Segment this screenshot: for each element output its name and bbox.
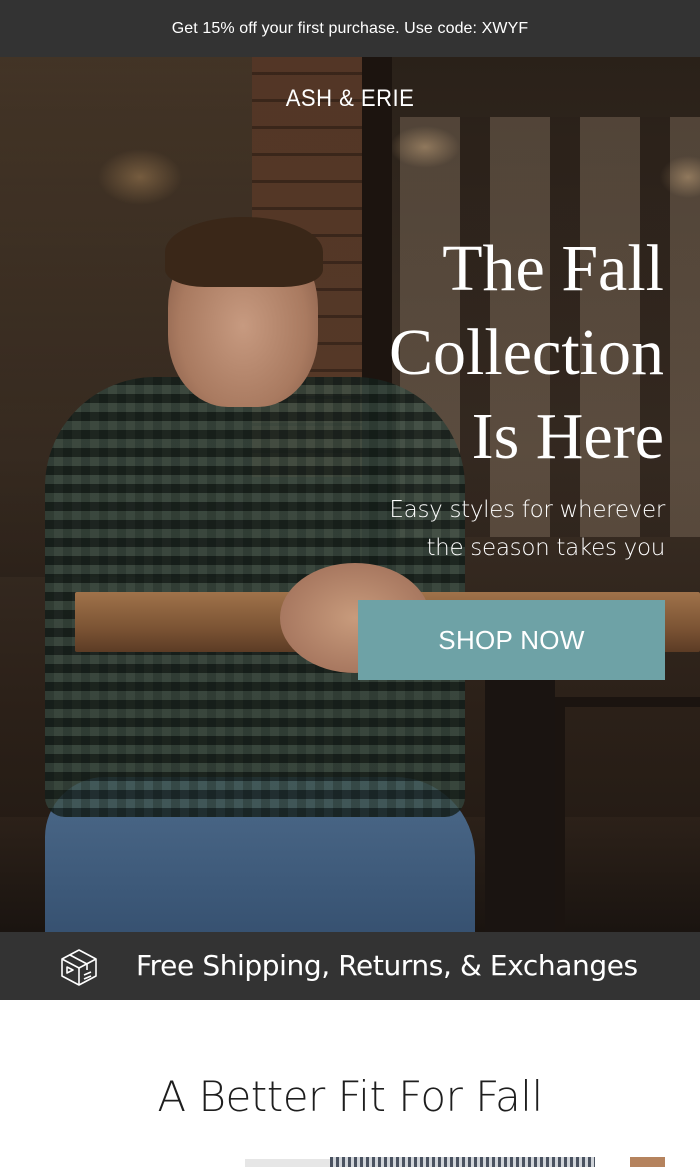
shop-now-button[interactable]: SHOP NOW — [358, 600, 665, 680]
brand-logo[interactable]: ASH & ERIE — [28, 85, 672, 113]
section-title: A Better Fit For Fall — [157, 1072, 543, 1121]
photo-table-leg — [485, 652, 555, 932]
shipping-banner: Free Shipping, Returns, & Exchanges — [0, 932, 700, 1000]
package-box-icon — [61, 949, 97, 986]
peek-right — [630, 1157, 665, 1167]
shipping-text: Free Shipping, Returns, & Exchanges — [136, 949, 638, 982]
product-image-peek[interactable] — [245, 1157, 665, 1167]
promo-text: Get 15% off your first purchase. Use cod… — [171, 19, 529, 37]
hero-title: The Fall Collection Is Here — [389, 232, 664, 473]
photo-stool — [555, 697, 700, 932]
hero-banner[interactable]: ASH & ERIE The Fall Collection Is Here E… — [0, 57, 700, 932]
promo-bar: Get 15% off your first purchase. Use cod… — [0, 0, 700, 57]
peek-left — [245, 1159, 330, 1167]
model-hair — [165, 217, 323, 287]
hero-subtitle: Easy styles for wherever the season take… — [389, 497, 665, 561]
peek-shirt — [330, 1157, 595, 1167]
